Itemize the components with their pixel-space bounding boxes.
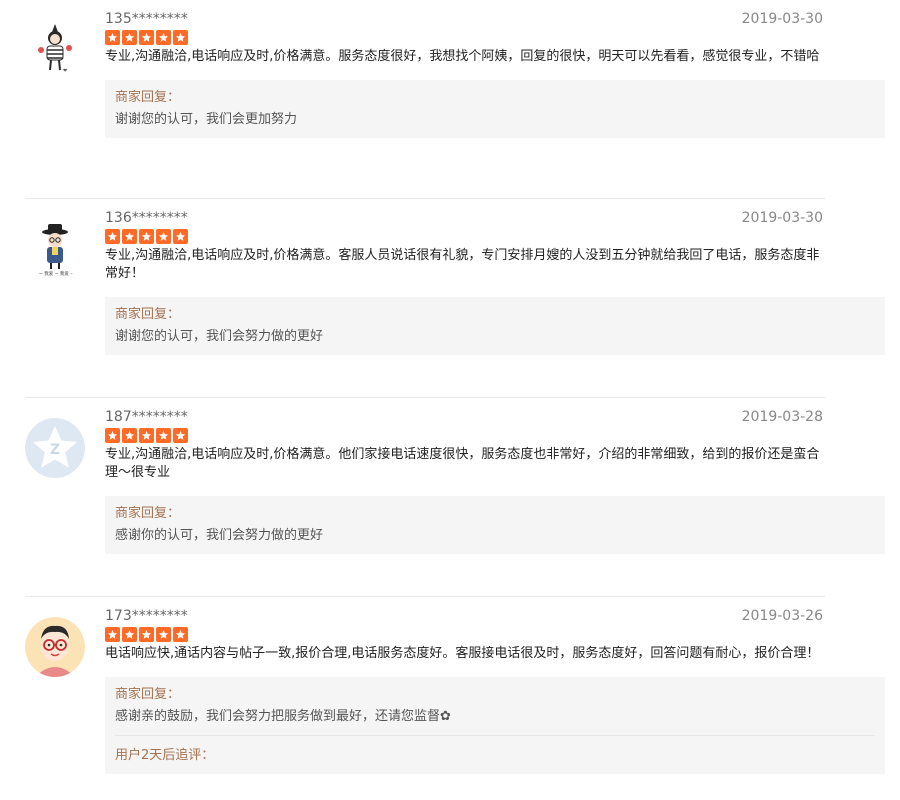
star-icon [156, 229, 171, 244]
reviewer-name: 135******** [105, 11, 188, 27]
merchant-reply: 商家回复： 感谢你的认可，我们会努力做的更好 [105, 496, 885, 554]
glasses-boy-avatar[interactable] [25, 617, 85, 677]
star-rating [105, 229, 885, 245]
reply-label: 商家回复： [115, 687, 181, 702]
star-icon [156, 428, 171, 443]
star-icon [173, 229, 188, 244]
reviewer-name: 136******** [105, 210, 188, 226]
merchant-reply: 商家回复： 感谢亲的鼓励，我们会努力把服务做到最好，还请您监督✿ 用户2天后追评… [105, 677, 885, 774]
review-item: ~ 我爱 ~ 我爱 ~ 136******** 2019-03-30 专业,沟通… [25, 199, 885, 398]
review-content: 136******** 2019-03-30 专业,沟通融洽,电话响应及时,价格… [105, 207, 885, 355]
star-rating [105, 428, 885, 444]
review-text: 专业,沟通融洽,电话响应及时,价格满意。服务态度很好，我想找个阿姨，回复的很快，… [105, 49, 820, 64]
girl-figure-avatar[interactable]: ❤ [25, 20, 85, 80]
star-icon [173, 428, 188, 443]
review-item: Z 187******** 2019-03-28 专业,沟通融洽,电话响应及时,… [25, 398, 885, 597]
star-icon [139, 627, 154, 642]
star-icon [156, 627, 171, 642]
review-header: 136******** 2019-03-30 [105, 207, 885, 229]
star-icon [105, 627, 120, 642]
merchant-reply: 商家回复： 谢谢您的认可，我们会努力做的更好 [105, 297, 885, 355]
reply-label: 商家回复： [115, 307, 181, 322]
review-header: 173******** 2019-03-26 [105, 605, 885, 627]
reviewer-name: 173******** [105, 608, 188, 624]
review-date: 2019-03-28 [741, 409, 823, 425]
hat-figure-avatar[interactable]: ~ 我爱 ~ 我爱 ~ [25, 219, 85, 279]
review-header: 135******** 2019-03-30 [105, 8, 885, 30]
star-rating [105, 627, 885, 643]
star-icon [105, 428, 120, 443]
star-icon [122, 428, 137, 443]
star-icon [105, 229, 120, 244]
svg-text:~ 我爱 ~ 我爱 ~: ~ 我爱 ~ 我爱 ~ [39, 270, 74, 277]
star-icon [139, 30, 154, 45]
svg-text:Z: Z [50, 442, 60, 458]
merchant-reply: 商家回复： 谢谢您的认可，我们会更加努力 [105, 80, 885, 138]
review-text: 电话响应快,通话内容与帖子一致,报价合理,电话服务态度好。客服接电话很及时，服务… [105, 646, 820, 661]
review-header: 187******** 2019-03-28 [105, 406, 885, 428]
reply-text: 感谢你的认可，我们会努力做的更好 [115, 528, 324, 543]
star-icon [156, 30, 171, 45]
review-item: 173******** 2019-03-26 电话响应快,通话内容与帖子一致,报… [25, 597, 885, 795]
star-icon [105, 30, 120, 45]
star-icon [122, 30, 137, 45]
star-icon [173, 627, 188, 642]
review-item: ❤ 135******** 2019-03-30 专业,沟通融洽,电话响应及时,… [25, 0, 885, 199]
review-text: 专业,沟通融洽,电话响应及时,价格满意。他们家接电话速度很快，服务态度也非常好，… [105, 447, 820, 480]
reply-label: 商家回复： [115, 90, 181, 105]
default-star-avatar[interactable]: Z [25, 418, 85, 478]
star-icon [173, 30, 188, 45]
reply-text: 感谢亲的鼓励，我们会努力把服务做到最好，还请您监督✿ [115, 709, 451, 724]
review-content: 187******** 2019-03-28 专业,沟通融洽,电话响应及时,价格… [105, 406, 885, 554]
star-icon [122, 229, 137, 244]
review-date: 2019-03-30 [741, 210, 823, 226]
star-icon [139, 428, 154, 443]
review-content: 173******** 2019-03-26 电话响应快,通话内容与帖子一致,报… [105, 605, 885, 774]
reply-label: 商家回复： [115, 506, 181, 521]
review-date: 2019-03-30 [741, 11, 823, 27]
svg-text:❤: ❤ [63, 68, 67, 74]
star-icon [122, 627, 137, 642]
review-content: 135******** 2019-03-30 专业,沟通融洽,电话响应及时,价格… [105, 8, 885, 138]
review-text: 专业,沟通融洽,电话响应及时,价格满意。客服人员说话很有礼貌，专门安排月嫂的人没… [105, 248, 820, 281]
star-rating [105, 30, 885, 46]
star-icon [139, 229, 154, 244]
reply-text: 谢谢您的认可，我们会更加努力 [115, 112, 298, 127]
followup-label: 用户2天后追评： [115, 735, 875, 766]
reply-text: 谢谢您的认可，我们会努力做的更好 [115, 329, 324, 344]
reviewer-name: 187******** [105, 409, 188, 425]
review-date: 2019-03-26 [741, 608, 823, 624]
